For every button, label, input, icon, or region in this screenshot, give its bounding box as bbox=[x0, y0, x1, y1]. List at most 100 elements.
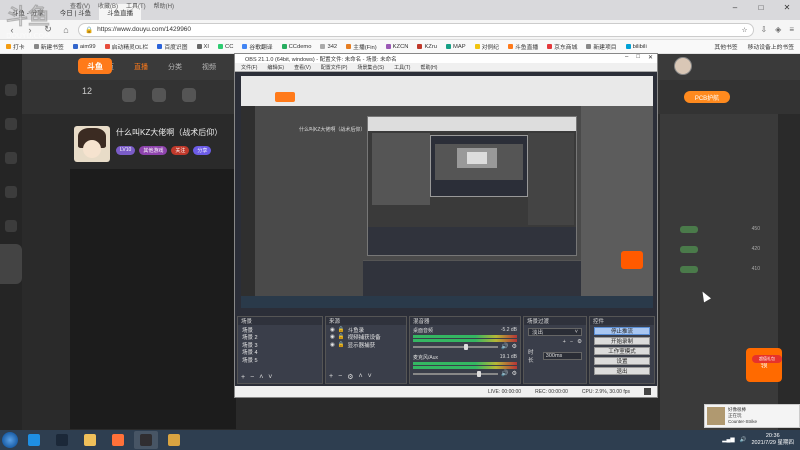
minimize-icon[interactable]: – bbox=[625, 54, 628, 61]
remove-icon[interactable]: − bbox=[338, 373, 342, 381]
ie-icon[interactable] bbox=[22, 431, 46, 449]
maximize-icon[interactable]: □ bbox=[748, 0, 774, 14]
volume-slider[interactable] bbox=[413, 370, 499, 377]
exit-button[interactable]: 退出 bbox=[594, 366, 650, 375]
studio-mode-button[interactable]: 工作室模式 bbox=[594, 346, 650, 355]
transition-select[interactable]: 淡出 ˅ bbox=[528, 328, 582, 336]
bookmark-mobile[interactable]: 移动设备上的书签 bbox=[748, 42, 794, 51]
bookmark-item[interactable]: bilibili bbox=[625, 44, 647, 50]
bookmark-item[interactable]: 打卡 bbox=[6, 42, 25, 51]
speaker-icon[interactable]: 🔊 bbox=[501, 343, 508, 350]
add-icon[interactable]: + bbox=[329, 373, 333, 381]
streamer-avatar[interactable] bbox=[74, 126, 110, 162]
bookmark-item[interactable]: 342 bbox=[320, 44, 337, 50]
chevron-up-icon[interactable]: ˄ bbox=[358, 373, 362, 381]
rail-item[interactable] bbox=[5, 118, 17, 130]
chevron-up-icon[interactable]: ˄ bbox=[259, 374, 263, 381]
bookmark-item[interactable]: 启动精灵OL栏 bbox=[104, 42, 148, 51]
eye-icon[interactable]: ◉ bbox=[330, 334, 335, 340]
nav-category[interactable]: 分类 bbox=[168, 62, 182, 72]
tag-share[interactable]: 分享 bbox=[193, 146, 212, 155]
bookmark-item[interactable]: CCdemo bbox=[281, 44, 311, 50]
start-button[interactable] bbox=[2, 432, 18, 448]
menu-item-help[interactable]: 帮助(H) bbox=[154, 1, 174, 10]
bookmark-item[interactable]: 谷歌翻译 bbox=[242, 42, 273, 51]
nav-live[interactable]: 直播 bbox=[134, 62, 148, 72]
bookmark-item[interactable]: XI bbox=[196, 44, 209, 50]
menu-icon[interactable]: ≡ bbox=[789, 25, 794, 34]
bookmark-item[interactable]: 主播(Fin) bbox=[346, 42, 377, 51]
extension-icon[interactable]: ◈ bbox=[775, 25, 781, 34]
settings-button[interactable]: 设置 bbox=[594, 356, 650, 365]
maximize-icon[interactable]: □ bbox=[636, 54, 640, 61]
reload-icon[interactable]: ↻ bbox=[42, 24, 54, 36]
bookmark-item[interactable]: 新建项目 bbox=[586, 42, 617, 51]
address-bar[interactable]: 🔒 https://www.douyu.com/1429960 ☆ bbox=[78, 22, 755, 37]
source-item[interactable]: ◉ 🔒 显示器捕获 bbox=[328, 341, 404, 349]
tag-follow[interactable]: 关注 bbox=[171, 146, 190, 155]
obs-menu-edit[interactable]: 编辑(E) bbox=[267, 64, 284, 71]
eye-icon[interactable]: ◉ bbox=[330, 342, 335, 348]
add-icon[interactable]: + bbox=[241, 374, 245, 381]
obs-menu-help[interactable]: 帮助(H) bbox=[420, 64, 437, 71]
start-recording-button[interactable]: 开始录制 bbox=[594, 336, 650, 345]
bookmark-other[interactable]: 其他书签 bbox=[714, 42, 737, 51]
obs-menu-scene-collection[interactable]: 场景集合(S) bbox=[357, 64, 384, 71]
minimize-icon[interactable]: – bbox=[722, 0, 748, 14]
forward-icon[interactable]: › bbox=[24, 24, 36, 36]
menu-item-favorites[interactable]: 收藏(B) bbox=[98, 1, 118, 10]
lock-icon[interactable]: 🔒 bbox=[338, 342, 345, 348]
lock-icon[interactable]: 🔒 bbox=[338, 327, 345, 333]
steam-icon[interactable] bbox=[50, 431, 74, 449]
obs-menu-file[interactable]: 文件(F) bbox=[241, 64, 257, 71]
rail-item[interactable] bbox=[5, 84, 17, 96]
bookmark-item[interactable]: 百度识图 bbox=[157, 42, 188, 51]
gift-box[interactable]: 领 bbox=[746, 348, 782, 382]
bookmark-item[interactable]: MAP bbox=[446, 44, 466, 50]
obs-menu-tools[interactable]: 工具(T) bbox=[394, 64, 410, 71]
volume-icon[interactable]: 🔊 bbox=[740, 437, 747, 443]
tag-category[interactable]: 其他游戏 bbox=[139, 146, 168, 155]
gear-icon[interactable]: ⚙ bbox=[577, 339, 582, 345]
menu-item-view[interactable]: 查看(V) bbox=[70, 1, 90, 10]
network-icon[interactable]: ▂▄▆ bbox=[722, 437, 734, 443]
toolbar-icon[interactable] bbox=[122, 88, 136, 102]
obs-preview[interactable]: 什么叫KZ大佬啊（战术后仰） bbox=[241, 76, 653, 308]
bookmark-item[interactable]: 对例纪 bbox=[474, 42, 499, 51]
scene-item[interactable]: 场景 5 bbox=[240, 356, 320, 364]
douyu-logo[interactable]: 斗鱼 bbox=[78, 58, 112, 74]
volume-knob[interactable] bbox=[464, 343, 469, 350]
toolbar-icon[interactable] bbox=[152, 88, 166, 102]
gear-icon[interactable]: ⚙ bbox=[512, 370, 517, 377]
add-icon[interactable]: + bbox=[563, 339, 566, 345]
speaker-icon[interactable]: 🔊 bbox=[501, 370, 508, 377]
pcb-button[interactable]: PCB护航 bbox=[684, 91, 730, 103]
close-icon[interactable]: ✕ bbox=[648, 54, 653, 61]
game-notification[interactable]: 好像很棒 正在玩 Counter-Strike bbox=[704, 404, 800, 428]
user-avatar[interactable] bbox=[674, 57, 692, 75]
remove-icon[interactable]: − bbox=[250, 374, 254, 381]
star-icon[interactable]: ☆ bbox=[742, 26, 748, 34]
chevron-down-icon[interactable]: ˅ bbox=[368, 373, 372, 381]
rail-item[interactable] bbox=[5, 152, 17, 164]
sidebar-handle[interactable] bbox=[0, 244, 22, 284]
volume-knob[interactable] bbox=[476, 370, 481, 377]
firefox-icon[interactable] bbox=[106, 431, 130, 449]
eye-icon[interactable]: ◉ bbox=[330, 327, 335, 333]
rail-item[interactable] bbox=[5, 186, 17, 198]
bookmark-item[interactable]: aim99 bbox=[72, 44, 96, 50]
bookmark-item[interactable]: KZru bbox=[417, 44, 437, 50]
bookmark-item[interactable]: KZCN bbox=[385, 44, 408, 50]
menu-item-tools[interactable]: 工具(T) bbox=[126, 1, 146, 10]
bookmark-item[interactable]: 新建书签 bbox=[33, 42, 64, 51]
volume-slider[interactable] bbox=[413, 343, 499, 350]
obs-icon[interactable] bbox=[134, 431, 158, 449]
stop-streaming-button[interactable]: 停止推流 bbox=[594, 326, 650, 335]
lock-icon[interactable]: 🔒 bbox=[338, 334, 345, 340]
gear-icon[interactable]: ⚙ bbox=[347, 373, 353, 381]
home-icon[interactable]: ⌂ bbox=[60, 24, 72, 36]
browser-tab[interactable]: 斗鱼 - 分享 bbox=[4, 4, 52, 20]
bookmark-item[interactable]: 京东商城 bbox=[547, 42, 577, 51]
remove-icon[interactable]: − bbox=[570, 339, 573, 345]
nav-video[interactable]: 视频 bbox=[202, 62, 216, 72]
